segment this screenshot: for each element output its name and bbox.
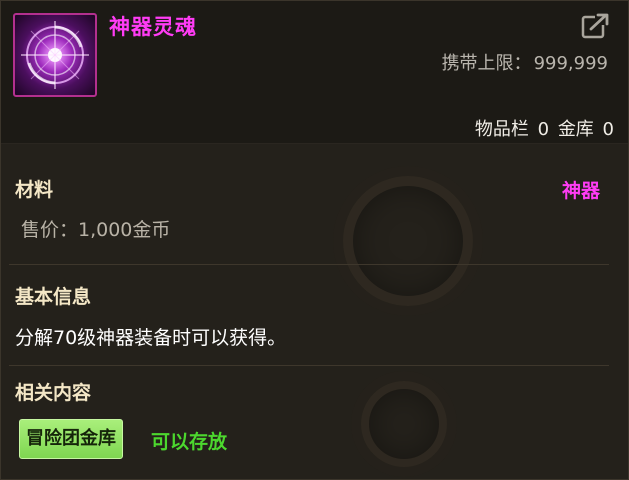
tooltip-header: 神器灵魂 携带上限： 999,999 物品栏 0 金库 0 [1, 1, 628, 143]
inventory-label: 物品栏 [474, 119, 529, 140]
storable-status: 可以存放 [151, 431, 228, 453]
divider [1, 143, 628, 144]
vault-count: 0 [602, 119, 614, 140]
material-section-title: 材料 [15, 179, 54, 201]
carry-limit: 携带上限： 999,999 [442, 49, 608, 75]
item-tooltip: 神器灵魂 携带上限： 999,999 物品栏 0 金库 0 材料 神器 售价：1,… [0, 0, 629, 480]
background-emblem [361, 381, 447, 467]
export-icon[interactable] [581, 11, 611, 39]
carry-limit-value: 999,999 [533, 53, 608, 74]
item-name: 神器灵魂 [109, 15, 197, 39]
item-description: 分解70级神器装备时可以获得。 [15, 327, 287, 349]
inventory-count: 0 [537, 119, 550, 140]
sell-price: 售价：1,000金币 [21, 219, 171, 241]
divider [9, 264, 609, 265]
item-type-label: 神器 [561, 180, 600, 202]
background-emblem [343, 176, 473, 306]
related-content-title: 相关内容 [15, 382, 92, 404]
adventure-vault-tag-button[interactable]: 冒险团金库 [19, 419, 123, 459]
storage-count: 物品栏 0 金库 0 [472, 115, 614, 141]
artifact-soul-icon [13, 13, 97, 97]
basic-info-title: 基本信息 [15, 286, 92, 308]
divider [9, 365, 609, 366]
vault-label: 金库 [557, 119, 594, 140]
carry-limit-label: 携带上限： [441, 53, 532, 74]
